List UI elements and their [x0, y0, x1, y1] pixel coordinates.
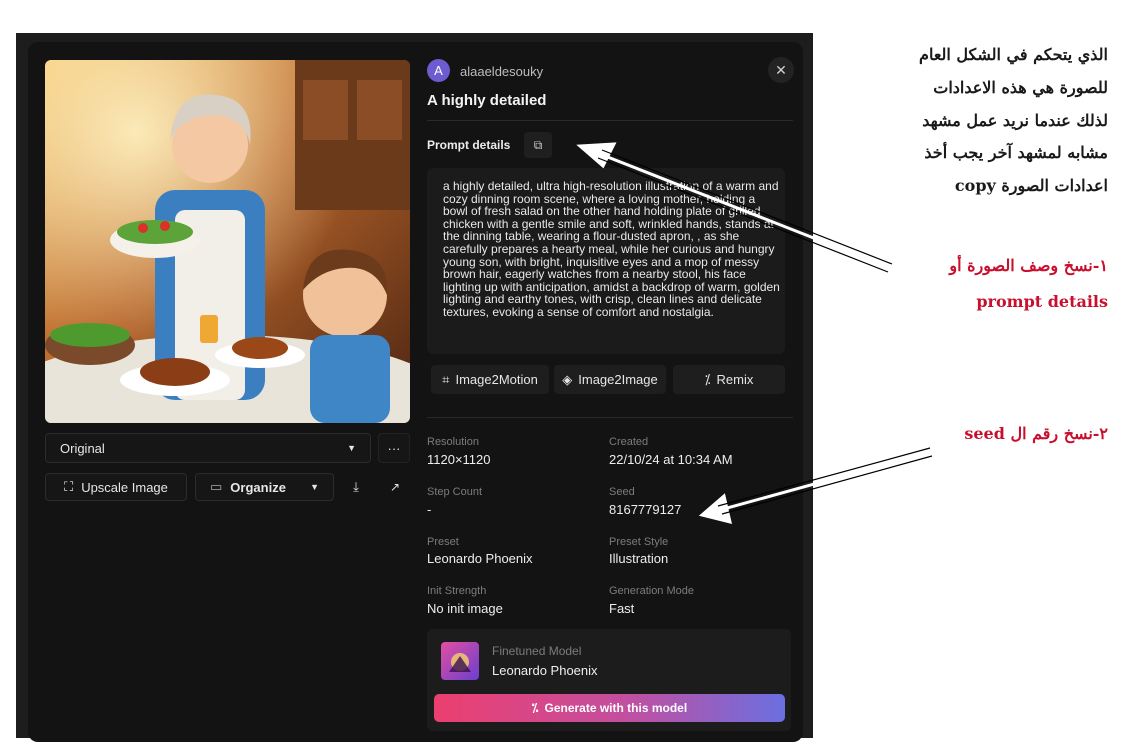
copy-prompt-button[interactable]: ⧉	[524, 132, 552, 158]
step-count-label: Step Count	[427, 486, 483, 498]
upscale-image-button[interactable]: ⛶ Upscale Image	[45, 473, 187, 501]
copy-icon: ⧉	[533, 137, 543, 152]
image-version-dropdown[interactable]: Original ▼	[45, 433, 371, 463]
seed-value: 8167779127	[609, 502, 682, 517]
dropdown-value: Original	[60, 440, 105, 456]
model-thumbnail[interactable]	[441, 642, 479, 680]
upscale-icon: ⛶	[64, 479, 74, 494]
username[interactable]: alaaeldesouky	[460, 64, 543, 79]
page-title: A highly detailed	[427, 92, 547, 109]
preset-label: Preset	[427, 536, 459, 548]
download-button[interactable]: ⤓	[344, 473, 368, 501]
created-value: 22/10/24 at 10:34 AM	[609, 452, 733, 467]
step-count-value: -	[427, 502, 432, 517]
close-button[interactable]: ✕	[768, 57, 794, 83]
init-strength-value: No init image	[427, 601, 503, 616]
created-label: Created	[609, 436, 649, 448]
generated-image[interactable]	[45, 60, 410, 423]
remix-button[interactable]: ⁒ Remix	[673, 365, 785, 394]
generate-with-model-button[interactable]: ⁒ Generate with this model	[434, 694, 785, 722]
caret-down-icon: ▼	[310, 482, 319, 492]
preset-style-value: Illustration	[609, 551, 669, 566]
model-name[interactable]: Leonardo Phoenix	[492, 663, 598, 678]
prompt-details-heading: Prompt details	[427, 138, 511, 152]
image2motion-button[interactable]: ⌗ Image2Motion	[431, 365, 549, 394]
preset-value: Leonardo Phoenix	[427, 551, 533, 566]
open-external-button[interactable]: ↗	[383, 473, 407, 501]
annotation-note: الذي يتحكم في الشكل العام للصورة هي هذه …	[919, 45, 1108, 196]
generation-mode-value: Fast	[609, 601, 635, 616]
motion-icon: ⌗	[442, 371, 450, 387]
folder-icon: ▭	[210, 479, 223, 494]
close-icon: ✕	[775, 61, 787, 78]
preset-style-label: Preset Style	[609, 536, 669, 548]
resolution-value: 1120×1120	[427, 452, 491, 467]
wand-icon: ⁒	[704, 371, 711, 387]
resolution-label: Resolution	[427, 436, 479, 448]
divider	[427, 120, 793, 121]
download-icon: ⤓	[353, 479, 359, 494]
divider	[427, 417, 793, 418]
avatar[interactable]: A	[427, 59, 450, 82]
annotation-step1: ١-نسخ وصف الصورة أو prompt details	[949, 256, 1108, 311]
annotation-step2: ٢-نسخ رقم ال seed	[964, 424, 1108, 443]
more-options-button[interactable]: ···	[378, 433, 410, 463]
generation-mode-label: Generation Mode	[609, 585, 694, 597]
image2image-button[interactable]: ◈ Image2Image	[554, 365, 666, 394]
organize-button[interactable]: ▭ Organize ▼	[195, 473, 334, 501]
model-label: Finetuned Model	[492, 644, 582, 658]
layers-icon: ◈	[562, 371, 573, 387]
seed-label: Seed	[609, 486, 635, 498]
prompt-text: a highly detailed, ultra high-resolution…	[443, 179, 780, 319]
init-strength-label: Init Strength	[427, 585, 487, 597]
caret-down-icon: ▼	[347, 443, 356, 453]
external-link-icon: ↗	[389, 480, 401, 494]
wand-icon: ⁒	[531, 701, 539, 715]
